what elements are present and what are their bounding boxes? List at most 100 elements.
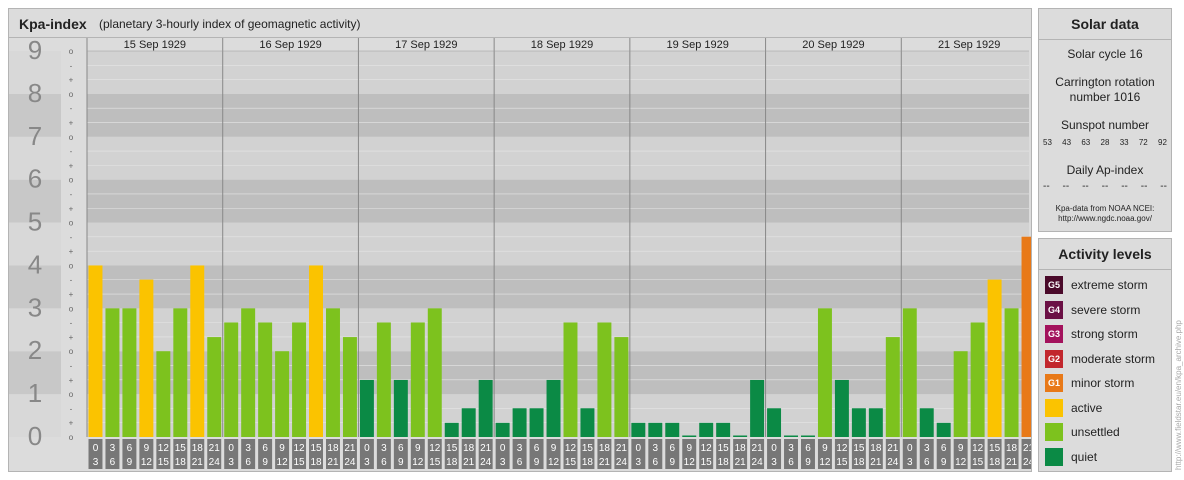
hour-end-label: 15 — [836, 457, 848, 468]
kpa-bar — [122, 308, 137, 437]
kpa-bar — [953, 351, 968, 437]
kpa-bar — [173, 308, 188, 437]
day-label: 21 Sep 1929 — [938, 39, 1000, 51]
legend-item: G3 strong storm — [1045, 324, 1138, 344]
day-label: 17 Sep 1929 — [395, 39, 457, 51]
kpa-bar — [902, 308, 917, 437]
legend-item: quiet — [1045, 447, 1097, 467]
hour-end-label: 24 — [752, 457, 764, 468]
kpa-bar — [461, 408, 476, 437]
minor-tick-label: - — [70, 276, 73, 285]
sunspot-value: 43 — [1062, 138, 1072, 147]
minor-tick-label: o — [69, 176, 74, 185]
hour-end-label: 21 — [599, 457, 611, 468]
hour-end-label: 12 — [819, 457, 831, 468]
kpa-bar — [614, 337, 629, 437]
hour-start-label: 3 — [110, 443, 116, 454]
minor-tick-label: - — [70, 233, 73, 242]
kpa-bar — [512, 408, 527, 437]
hour-start-label: 9 — [279, 443, 285, 454]
kpa-bar — [699, 422, 714, 437]
y-tick-label: 6 — [28, 164, 42, 194]
plot-band — [87, 265, 1029, 309]
y-tick-label: 4 — [28, 249, 42, 279]
day-label: 16 Sep 1929 — [259, 39, 321, 51]
hour-end-label: 24 — [887, 457, 899, 468]
hour-end-label: 3 — [93, 457, 99, 468]
hour-start-label: 12 — [701, 443, 713, 454]
kpa-bar — [478, 379, 493, 437]
hour-start-label: 3 — [381, 443, 387, 454]
solar-data-panel: Solar data Solar cycle 16 Carrington rot… — [1038, 8, 1172, 232]
hour-end-label: 21 — [735, 457, 747, 468]
y-tick-label: 7 — [28, 121, 42, 151]
hour-start-label: 0 — [636, 443, 642, 454]
legend-item: unsettled — [1045, 422, 1120, 442]
hour-start-label: 21 — [209, 443, 221, 454]
kpa-chart-panel: o + - o + - o + - o + - o + - o + - o + - o + - o + - o 0 1 2 3 4 5 6 7 8 9 15… — [8, 8, 1032, 472]
hour-start-label: 6 — [398, 443, 404, 454]
kpa-bar — [275, 351, 290, 437]
minor-tick-label: o — [69, 347, 74, 356]
minor-tick-label: + — [69, 376, 74, 385]
kpa-bar — [156, 351, 171, 437]
legend-item: G1 minor storm — [1045, 373, 1134, 393]
kpa-bar — [1021, 236, 1031, 437]
kpa-bar — [597, 322, 612, 437]
legend-label: moderate storm — [1071, 351, 1156, 366]
chart-subtitle: (planetary 3-hourly index of geomagnetic… — [99, 17, 361, 31]
minor-tick-column — [61, 37, 87, 465]
hour-start-label: 6 — [941, 443, 947, 454]
hour-end-label: 9 — [534, 457, 540, 468]
sunspot-values: 53 43 63 28 33 72 92 — [1043, 138, 1167, 147]
hour-start-label: 12 — [836, 443, 848, 454]
hour-start-label: 15 — [582, 443, 594, 454]
kpa-bar — [665, 422, 680, 437]
data-source-link[interactable]: http://www.ngdc.noaa.gov/ — [1039, 214, 1171, 224]
legend-swatch: G3 — [1045, 325, 1063, 343]
hour-end-label: 9 — [127, 457, 133, 468]
sunspot-value: 92 — [1158, 138, 1167, 147]
hour-end-label: 12 — [548, 457, 560, 468]
hour-start-label: 18 — [599, 443, 611, 454]
hour-end-label: 18 — [582, 457, 594, 468]
minor-tick-label: o — [69, 261, 74, 270]
hour-end-label: 12 — [684, 457, 696, 468]
sunspot-value: 33 — [1119, 138, 1129, 147]
kpa-bar — [444, 422, 459, 437]
hour-start-label: 21 — [1023, 443, 1031, 454]
kpa-bar — [936, 422, 951, 437]
kpa-chart: o+-o+-o+-o+-o+-o+-o+-o+-o+-o0123456789 15… — [9, 35, 1031, 469]
legend-label: quiet — [1071, 449, 1098, 464]
kpa-bar — [258, 322, 273, 437]
hour-end-label: 18 — [446, 457, 458, 468]
hour-start-label: 12 — [429, 443, 441, 454]
hour-start-label: 18 — [870, 443, 882, 454]
hour-start-label: 3 — [517, 443, 523, 454]
kpa-bar — [817, 308, 832, 437]
hour-end-label: 3 — [907, 457, 913, 468]
hour-start-label: 0 — [93, 443, 99, 454]
minor-tick-label: - — [70, 61, 73, 70]
day-label: 18 Sep 1929 — [531, 39, 593, 51]
hour-end-label: 21 — [1006, 457, 1018, 468]
legend-item: active — [1045, 398, 1102, 418]
carrington-rotation-line1: Carrington rotation — [1055, 75, 1155, 89]
minor-tick-label: o — [69, 433, 74, 442]
hour-end-label: 15 — [158, 457, 170, 468]
ap-index-values: -- -- -- -- -- -- -- — [1043, 181, 1167, 192]
sunspot-value: 72 — [1138, 138, 1148, 147]
hour-end-label: 6 — [110, 457, 116, 468]
legend-swatch: G1 — [1045, 374, 1063, 392]
kpa-bar — [224, 322, 239, 437]
minor-tick-label: + — [69, 118, 74, 127]
hour-start-label: 9 — [686, 443, 692, 454]
hour-end-label: 15 — [293, 457, 305, 468]
plot-band — [87, 51, 1029, 94]
sunspot-value: 53 — [1043, 138, 1052, 147]
kpa-bar — [410, 322, 425, 437]
hour-start-label: 6 — [534, 443, 540, 454]
hour-start-label: 18 — [735, 443, 747, 454]
y-tick-label: 8 — [28, 78, 42, 108]
minor-tick-label: o — [69, 90, 74, 99]
